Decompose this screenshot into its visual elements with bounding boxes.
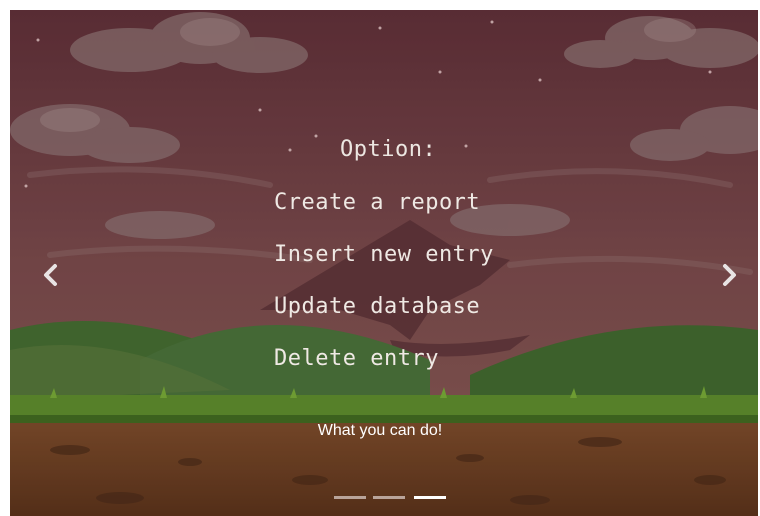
menu-item-insert-entry[interactable]: Insert new entry xyxy=(274,242,494,267)
menu-item-delete-entry[interactable]: Delete entry xyxy=(274,346,439,371)
menu-item-create-report[interactable]: Create a report xyxy=(274,190,480,215)
slide-content: Option: Create a report Insert new entry… xyxy=(10,10,758,516)
carousel-prev-button[interactable] xyxy=(38,260,64,290)
menu-title: Option: xyxy=(340,137,437,162)
chevron-left-icon xyxy=(44,264,57,286)
carousel-indicator-1[interactable] xyxy=(334,496,366,499)
carousel-indicator-2[interactable] xyxy=(373,496,405,499)
carousel: Option: Create a report Insert new entry… xyxy=(10,10,758,516)
menu-item-update-database[interactable]: Update database xyxy=(274,294,480,319)
carousel-caption: What you can do! xyxy=(317,422,443,439)
chevron-right-icon xyxy=(723,264,736,286)
carousel-indicator-3[interactable] xyxy=(414,496,446,499)
carousel-next-button[interactable] xyxy=(716,260,742,290)
